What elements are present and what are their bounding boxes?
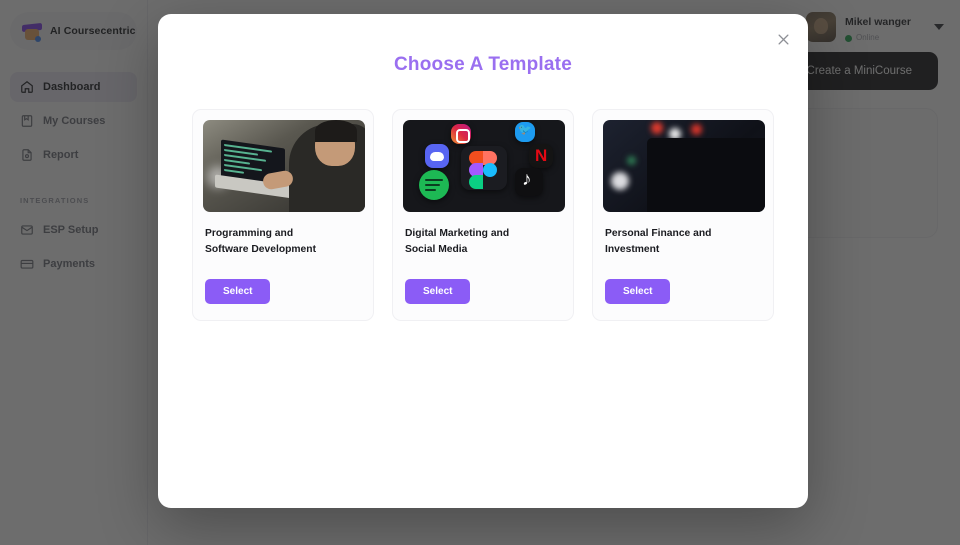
tiktok-icon: [515, 168, 543, 196]
twitter-icon: [515, 122, 535, 142]
social-app-icons-photo: [403, 120, 565, 212]
stock-chart-monitor-photo: [603, 120, 765, 212]
instagram-icon: [451, 124, 471, 144]
select-template-button[interactable]: Select: [405, 279, 471, 305]
figma-icon: [461, 146, 507, 190]
template-card[interactable]: Digital Marketing and Social Media Selec…: [392, 109, 574, 322]
choose-template-modal: Choose A Template Programming and Softwa…: [158, 14, 808, 508]
template-card[interactable]: Personal Finance and Investment Select: [592, 109, 774, 322]
select-template-button[interactable]: Select: [605, 279, 671, 305]
spotify-icon: [419, 170, 449, 200]
laptop-coding-photo: [203, 120, 365, 212]
template-card-title: Personal Finance and Investment: [605, 228, 712, 255]
modal-title: Choose A Template: [394, 54, 572, 75]
close-icon[interactable]: [772, 28, 794, 50]
netflix-icon: [529, 144, 553, 168]
discord-icon: [425, 144, 449, 168]
template-card[interactable]: Programming and Software Development Sel…: [192, 109, 374, 322]
select-template-button[interactable]: Select: [205, 279, 271, 305]
template-card-title: Digital Marketing and Social Media: [405, 228, 510, 255]
template-card-title: Programming and Software Development: [205, 228, 317, 255]
template-card-list: Programming and Software Development Sel…: [158, 109, 808, 322]
